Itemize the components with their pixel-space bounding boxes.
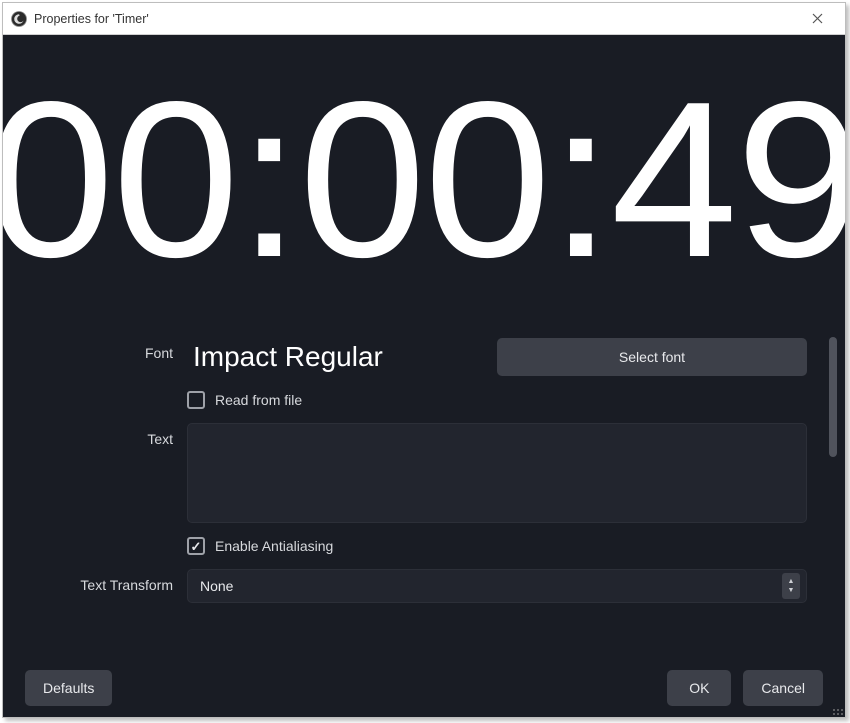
antialiasing-label: Enable Antialiasing (215, 538, 333, 554)
text-transform-label: Text Transform (27, 569, 187, 593)
resize-grip[interactable] (831, 703, 843, 715)
text-transform-row: Text Transform None ▲▼ (27, 569, 821, 603)
antialiasing-row: Enable Antialiasing (27, 537, 821, 555)
close-icon (812, 11, 823, 27)
read-from-file-label: Read from file (215, 392, 302, 408)
text-transform-value: None (200, 578, 233, 594)
preview-panel: 00:00:49 (3, 35, 845, 325)
font-display: Impact Regular (187, 337, 487, 377)
defaults-button[interactable]: Defaults (25, 670, 112, 706)
timer-preview-text: 00:00:49 (3, 69, 845, 291)
select-font-button[interactable]: Select font (497, 338, 807, 376)
cancel-button[interactable]: Cancel (743, 670, 823, 706)
close-button[interactable] (797, 11, 837, 27)
text-label: Text (27, 423, 187, 447)
content-area: 00:00:49 Font Impact Regular Select font… (3, 35, 845, 717)
font-row: Font Impact Regular Select font (27, 337, 821, 377)
antialiasing-checkbox[interactable] (187, 537, 205, 555)
window-title: Properties for 'Timer' (34, 12, 797, 26)
text-input[interactable] (187, 423, 807, 523)
properties-window: Properties for 'Timer' 00:00:49 Font Imp… (2, 2, 846, 718)
footer: Defaults OK Cancel (3, 659, 845, 717)
obs-app-icon (11, 11, 27, 27)
form-area: Font Impact Regular Select font Read fro… (3, 325, 845, 659)
text-transform-select[interactable]: None ▲▼ (187, 569, 807, 603)
read-from-file-row: Read from file (27, 391, 821, 409)
font-label: Font (27, 337, 187, 361)
titlebar: Properties for 'Timer' (3, 3, 845, 35)
read-from-file-checkbox[interactable] (187, 391, 205, 409)
ok-button[interactable]: OK (667, 670, 731, 706)
updown-icon: ▲▼ (782, 573, 800, 599)
scrollbar-thumb[interactable] (829, 337, 837, 457)
text-row: Text (27, 423, 821, 523)
